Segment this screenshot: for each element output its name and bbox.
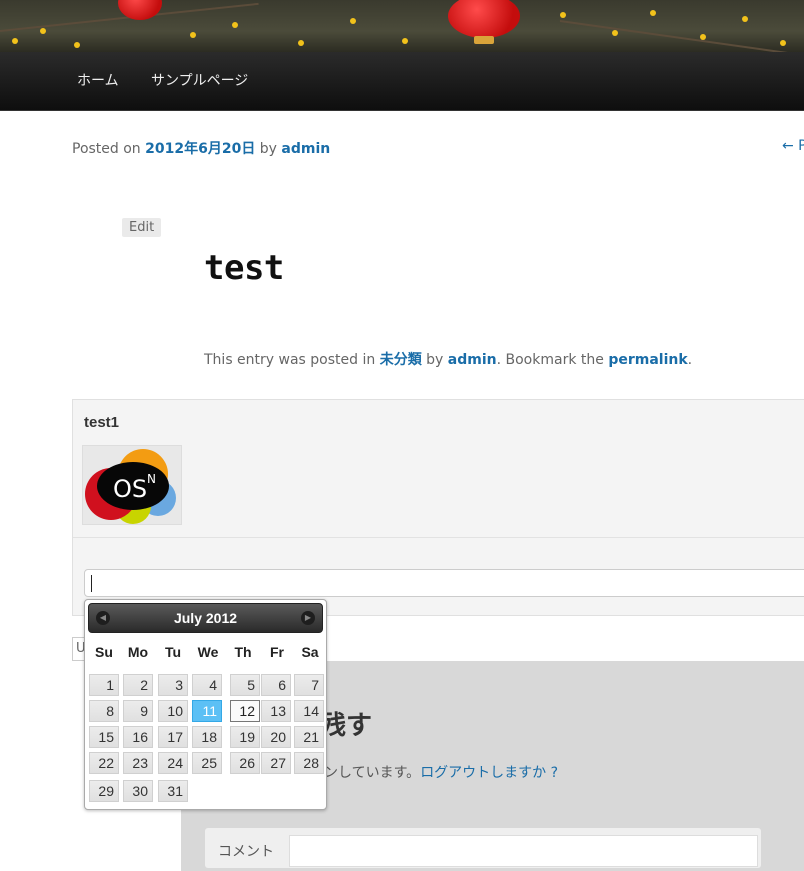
post-title: test [204, 248, 284, 288]
calendar-day[interactable]: 14 [294, 700, 324, 722]
nav-item-sample-page[interactable]: サンプルページ [151, 52, 248, 110]
category-link[interactable]: 未分類 [380, 352, 422, 368]
entry-meta: This entry was posted in 未分類 by admin. B… [204, 349, 692, 369]
weekday-header: Su [95, 644, 113, 660]
comment-label: コメント [218, 844, 274, 860]
posted-on-label: Posted on [72, 141, 141, 157]
comment-author: test1 [84, 414, 120, 431]
blossom [12, 38, 18, 44]
calendar-day[interactable]: 23 [123, 752, 153, 774]
weekday-header: Th [234, 644, 252, 660]
datepicker-popup: ◀ July 2012 ▶ Su Mo Tu We Th Fr Sa 1 2 3 4 5 6 7 8 9 10… [84, 599, 327, 810]
main-navigation: ホーム サンプルページ [0, 52, 804, 111]
calendar-day[interactable]: 24 [158, 752, 188, 774]
blossom [560, 12, 566, 18]
blossom [780, 40, 786, 46]
entry-meta-end: . [687, 352, 693, 368]
lantern-image [448, 0, 520, 38]
entry-author-link[interactable]: admin [448, 352, 497, 368]
calendar-day[interactable]: 25 [192, 752, 222, 774]
avatar: OS N [82, 445, 182, 525]
weekday-header: Fr [270, 644, 284, 660]
blossom [612, 30, 618, 36]
post-author-link[interactable]: admin [281, 141, 330, 157]
datepicker-title: July 2012 [173, 610, 238, 626]
blossom [232, 22, 238, 28]
avatar-superscript: N [147, 472, 156, 486]
post-date-link[interactable]: 2012年6月20日 [145, 141, 255, 157]
calendar-day[interactable]: 30 [123, 780, 153, 802]
post-meta: Posted on 2012年6月20日 by admin [72, 138, 330, 158]
blossom [350, 18, 356, 24]
header-banner [0, 0, 804, 52]
calendar-day[interactable]: 4 [192, 674, 222, 696]
calendar-day[interactable]: 2 [123, 674, 153, 696]
blossom [74, 42, 80, 48]
calendar-day[interactable]: 11 [192, 700, 222, 722]
calendar-day[interactable]: 1 [89, 674, 119, 696]
entry-meta-by: by [426, 352, 444, 368]
calendar-day[interactable]: 31 [158, 780, 188, 802]
calendar-day[interactable]: 28 [294, 752, 324, 774]
previous-post-link[interactable]: ← P [782, 138, 804, 154]
logged-in-message: インしています。ログアウトしますか ? [310, 762, 558, 782]
blossom [742, 16, 748, 22]
edit-button[interactable]: Edit [122, 218, 162, 237]
comment-divider [73, 537, 804, 538]
calendar-day[interactable]: 22 [89, 752, 119, 774]
calendar-day[interactable]: 3 [158, 674, 188, 696]
blossom [40, 28, 46, 34]
entry-meta-prefix: This entry was posted in [204, 352, 376, 368]
reply-title: 残す [320, 711, 373, 741]
by-label: by [259, 141, 277, 157]
datepicker-header: ◀ July 2012 ▶ [88, 603, 323, 633]
calendar-day[interactable]: 17 [158, 726, 188, 748]
calendar-day[interactable]: 13 [261, 700, 291, 722]
calendar-day[interactable]: 15 [89, 726, 119, 748]
blossom [190, 32, 196, 38]
calendar-day[interactable]: 5 [230, 674, 260, 696]
calendar-day[interactable]: 20 [261, 726, 291, 748]
calendar-day[interactable]: 16 [123, 726, 153, 748]
logout-link[interactable]: ログアウトしますか ? [420, 765, 558, 781]
calendar-day[interactable]: 27 [261, 752, 291, 774]
text-caret [91, 575, 92, 592]
blossom [700, 34, 706, 40]
weekday-header: Tu [164, 644, 182, 660]
weekday-header: We [197, 644, 219, 660]
calendar-day[interactable]: 10 [158, 700, 188, 722]
calendar-day[interactable]: 12 [230, 700, 260, 722]
date-input[interactable] [84, 569, 804, 597]
blossom [402, 38, 408, 44]
calendar-day[interactable]: 6 [261, 674, 291, 696]
weekday-header: Mo [127, 644, 149, 660]
calendar-day[interactable]: 21 [294, 726, 324, 748]
banner-branch [559, 20, 798, 52]
calendar-day[interactable]: 7 [294, 674, 324, 696]
calendar-day[interactable]: 9 [123, 700, 153, 722]
calendar-day[interactable]: 8 [89, 700, 119, 722]
avatar-logo-icon: OS N [85, 449, 176, 524]
nav-item-home[interactable]: ホーム [77, 52, 119, 110]
blossom [650, 10, 656, 16]
calendar-day[interactable]: 26 [230, 752, 260, 774]
permalink-link[interactable]: permalink [608, 352, 687, 368]
next-month-icon[interactable]: ▶ [301, 611, 315, 625]
calendar-day[interactable]: 29 [89, 780, 119, 802]
blossom [298, 40, 304, 46]
comment-textarea[interactable] [289, 835, 758, 867]
calendar-day[interactable]: 18 [192, 726, 222, 748]
entry-meta-bookmark: . Bookmark the [496, 352, 604, 368]
weekday-header: Sa [301, 644, 319, 660]
calendar-day[interactable]: 19 [230, 726, 260, 748]
avatar-text: OS [113, 475, 147, 503]
lantern-cap [474, 36, 494, 44]
